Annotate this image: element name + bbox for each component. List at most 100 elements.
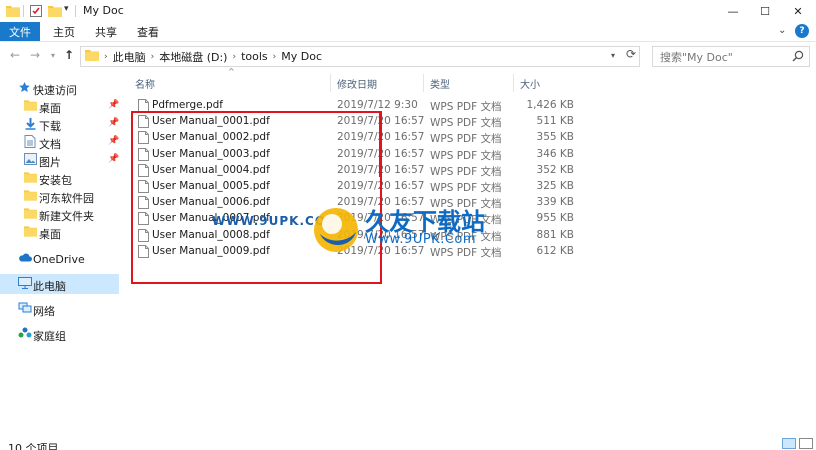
title-bar: ▾ My Doc — ☐ ✕ (0, 0, 816, 22)
chevron-right-icon[interactable]: › (232, 52, 236, 62)
help-icon[interactable]: ? (795, 24, 809, 38)
sidebar-item-hedong-software[interactable]: 河东软件园 (0, 186, 119, 206)
recent-locations-button[interactable]: ▾ (46, 51, 60, 60)
tab-view[interactable]: 查看 (128, 22, 168, 41)
column-label: 类型 (430, 79, 450, 91)
navigation-bar: ← → ▾ ↑ › 此电脑 › 本地磁盘 (D:) › tools › My D… (0, 42, 816, 70)
column-label: 名称 (135, 79, 155, 91)
window-title: My Doc (83, 4, 124, 17)
folder-icon (24, 171, 37, 186)
pin-icon[interactable]: 📌 (108, 118, 119, 128)
breadcrumb-local-disk[interactable]: 本地磁盘 (D:) (159, 49, 227, 65)
file-size: 511 KB (536, 115, 574, 128)
new-folder-icon[interactable] (47, 3, 63, 19)
file-size: 352 KB (536, 163, 574, 176)
back-button[interactable]: ← (8, 48, 22, 62)
chevron-right-icon[interactable]: › (151, 52, 155, 62)
pin-icon[interactable]: 📌 (108, 154, 119, 164)
folder-icon (24, 225, 37, 240)
sidebar-item-label: 家庭组 (33, 330, 66, 343)
sidebar-item-new-folder[interactable]: 新建文件夹 (0, 204, 119, 224)
homegroup-icon (18, 327, 32, 342)
network-icon (18, 302, 32, 317)
breadcrumb-tools[interactable]: tools (241, 50, 268, 63)
tab-share[interactable]: 共享 (86, 22, 126, 41)
column-label: 修改日期 (337, 79, 377, 91)
chevron-right-icon[interactable]: › (273, 52, 277, 62)
file-date: 2019/7/12 9:30 (337, 99, 418, 111)
expand-ribbon-icon[interactable]: ⌄ (778, 25, 786, 36)
column-header-date[interactable]: 修改日期 (337, 74, 427, 92)
sidebar-item-homegroup[interactable]: 家庭组 (0, 324, 119, 344)
column-header-size[interactable]: 大小 (520, 74, 580, 92)
file-type: WPS PDF 文档 (430, 101, 502, 113)
address-bar[interactable]: › 此电脑 › 本地磁盘 (D:) › tools › My Doc (80, 46, 640, 67)
customize-toolbar-icon[interactable]: ▾ (64, 4, 69, 14)
pin-icon[interactable]: 📌 (108, 100, 119, 110)
properties-icon[interactable] (28, 3, 44, 19)
column-divider[interactable] (423, 74, 424, 92)
download-icon (24, 117, 37, 133)
sidebar-item-network[interactable]: 网络 (0, 299, 119, 319)
search-icon (792, 50, 804, 65)
star-icon (18, 81, 31, 97)
file-type: WPS PDF 文档 (430, 182, 502, 194)
cloud-icon (18, 252, 32, 265)
tab-file[interactable]: 文件 (0, 22, 40, 41)
search-placeholder: 搜索"My Doc" (660, 50, 733, 64)
forward-button[interactable]: → (28, 48, 42, 62)
column-header-type[interactable]: 类型 (430, 74, 510, 92)
sidebar-item-desktop-2[interactable]: 桌面 (0, 222, 119, 242)
sidebar-item-label: 网络 (33, 305, 55, 318)
folder-icon (85, 49, 99, 64)
sidebar-item-quick-access[interactable]: 快速访问 (0, 78, 119, 98)
navigation-pane: 快速访问 桌面 📌 下载 📌 文档 📌 图片 📌 安装包 河东软件园 新建文件夹… (0, 72, 120, 434)
file-size: 355 KB (536, 131, 574, 144)
column-divider[interactable] (330, 74, 331, 92)
details-view-button[interactable] (782, 438, 796, 449)
sidebar-item-this-pc[interactable]: 此电脑 (0, 274, 119, 294)
sidebar-item-downloads[interactable]: 下载 📌 (0, 114, 119, 134)
sidebar-item-install-packages[interactable]: 安装包 (0, 168, 119, 188)
sidebar-item-onedrive[interactable]: OneDrive (0, 249, 119, 269)
sidebar-item-documents[interactable]: 文档 📌 (0, 132, 119, 152)
watermark: WWW.9UPK.COM 久友下载站 Www.9UPK.Com (212, 196, 512, 266)
breadcrumb-my-doc[interactable]: My Doc (281, 50, 322, 63)
watermark-url: Www.9UPK.Com (365, 232, 477, 247)
pin-icon[interactable]: 📌 (108, 136, 119, 146)
folder-icon (5, 3, 21, 19)
search-input[interactable]: 搜索"My Doc" (652, 46, 810, 67)
folder-icon (24, 207, 37, 222)
highlight-marker (379, 111, 381, 177)
title-separator (75, 5, 76, 17)
column-header-name[interactable]: 名称 (135, 74, 335, 92)
minimize-button[interactable]: — (716, 0, 750, 22)
item-count: 10 个项目 (8, 442, 59, 450)
up-button[interactable]: ↑ (62, 48, 76, 62)
address-history-icon[interactable]: ▾ (611, 51, 615, 60)
picture-icon (24, 153, 37, 168)
tab-home[interactable]: 主页 (44, 22, 84, 41)
file-size: 1,426 KB (526, 99, 575, 111)
sidebar-item-desktop[interactable]: 桌面 📌 (0, 96, 119, 116)
sidebar-item-label: 此电脑 (33, 280, 66, 293)
sidebar-item-label: OneDrive (33, 253, 85, 266)
file-type: WPS PDF 文档 (430, 165, 502, 178)
quick-access-separator (23, 5, 24, 17)
column-label: 大小 (520, 79, 540, 91)
chevron-right-icon[interactable]: › (104, 52, 108, 62)
column-divider[interactable] (513, 74, 514, 92)
file-size: 346 KB (536, 147, 574, 160)
refresh-icon[interactable]: ⟳ (626, 47, 636, 61)
folder-icon (24, 99, 37, 114)
maximize-button[interactable]: ☐ (748, 0, 782, 22)
large-icons-view-button[interactable] (799, 438, 813, 449)
file-size: 955 KB (536, 212, 574, 225)
sidebar-item-pictures[interactable]: 图片 📌 (0, 150, 119, 170)
file-type: WPS PDF 文档 (430, 117, 502, 130)
file-name: Pdfmerge.pdf (152, 99, 224, 111)
file-type: WPS PDF 文档 (430, 149, 502, 162)
close-button[interactable]: ✕ (781, 0, 815, 22)
file-size: 325 KB (536, 180, 574, 192)
breadcrumb-this-pc[interactable]: 此电脑 (113, 49, 146, 65)
